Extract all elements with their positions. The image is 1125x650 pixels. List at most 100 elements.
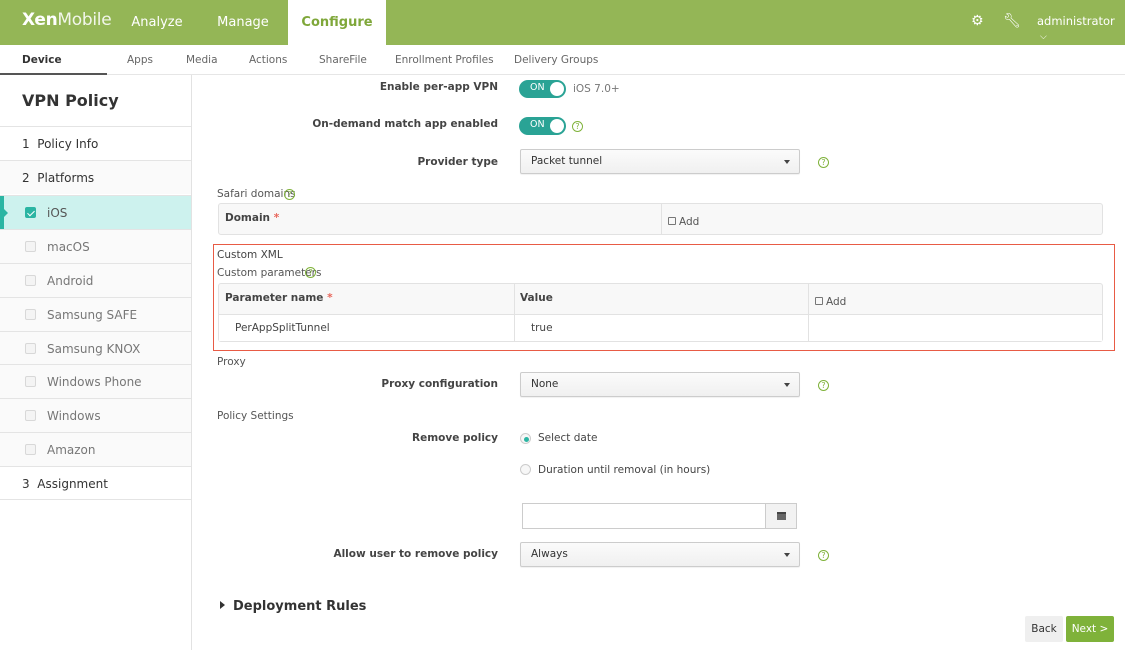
policy-title: VPN Policy	[22, 91, 119, 110]
domain-column-header: Domain *	[225, 212, 279, 224]
nav-configure[interactable]: Configure	[288, 0, 386, 46]
platform-label: Android	[47, 274, 94, 288]
sidebar-platform-ios[interactable]: iOS	[0, 195, 191, 230]
column-divider	[661, 204, 662, 234]
column-title: Parameter name	[225, 292, 324, 304]
checkbox-icon[interactable]	[25, 376, 36, 387]
sidebar-platform-amazon[interactable]: Amazon	[0, 432, 191, 466]
proxy-configuration-label: Proxy configuration	[381, 378, 498, 390]
checkbox-icon[interactable]	[25, 444, 36, 455]
on-demand-label: On-demand match app enabled	[312, 118, 498, 130]
allow-remove-label: Allow user to remove policy	[333, 548, 498, 560]
sidebar-platform-windows-phone[interactable]: Windows Phone	[0, 364, 191, 398]
deployment-rules-label: Deployment Rules	[233, 599, 367, 614]
custom-parameters-table: Parameter name * Value Add PerAppSplitTu…	[218, 283, 1103, 342]
platform-label: iOS	[47, 206, 68, 220]
sidebar-platform-macos[interactable]: macOS	[0, 229, 191, 263]
step-label: Assignment	[37, 477, 108, 491]
tab-actions[interactable]: Actions	[249, 45, 287, 75]
sidebar-platform-android[interactable]: Android	[0, 263, 191, 297]
checkbox-icon[interactable]	[25, 309, 36, 320]
table-row[interactable]: PerAppSplitTunnel true	[219, 314, 1102, 341]
checkbox-icon[interactable]	[25, 275, 36, 286]
calendar-icon	[777, 512, 786, 520]
platform-label: macOS	[47, 240, 90, 254]
platform-label: Samsung SAFE	[47, 308, 138, 322]
help-icon[interactable]: ?	[818, 380, 829, 391]
sidebar-platform-windows-desktop[interactable]: Windows Desktop/Tablet	[0, 398, 191, 457]
safari-domains-table: Domain * Add	[218, 203, 1103, 235]
calendar-button[interactable]	[765, 503, 797, 529]
sub-navigation: Device Policies Apps Media Actions Share…	[0, 45, 1125, 96]
sidebar-step-platforms[interactable]: 2 Platforms	[0, 160, 191, 194]
policy-form: Enable per-app VPN ON iOS 7.0+ On-demand…	[192, 75, 1125, 650]
duration-label: Duration until removal (in hours)	[538, 464, 711, 476]
checkbox-checked-icon[interactable]	[25, 207, 36, 218]
tab-enrollment-profiles[interactable]: Enrollment Profiles	[395, 45, 494, 75]
radio-duration[interactable]	[520, 464, 531, 475]
select-date-label: Select date	[538, 432, 598, 444]
caret-down-icon	[784, 160, 790, 164]
back-button[interactable]: Back	[1025, 616, 1063, 642]
checkbox-icon[interactable]	[25, 410, 36, 421]
tab-sharefile[interactable]: ShareFile	[319, 45, 367, 75]
required-mark: *	[273, 212, 280, 224]
tab-apps[interactable]: Apps	[127, 45, 153, 75]
column-divider	[808, 315, 809, 341]
add-label: Add	[679, 216, 700, 228]
help-icon[interactable]: ?	[818, 157, 829, 168]
add-domain-button[interactable]: Add	[668, 216, 699, 228]
select-value: None	[531, 378, 559, 390]
per-app-vpn-toggle[interactable]: ON	[519, 80, 566, 98]
proxy-configuration-select[interactable]: None	[520, 372, 800, 397]
required-mark: *	[327, 292, 333, 304]
sidebar-step-assignment[interactable]: 3 Assignment	[0, 466, 191, 500]
platform-label: Amazon	[47, 443, 96, 457]
caret-right-icon	[220, 601, 225, 609]
tab-delivery-groups[interactable]: Delivery Groups	[514, 45, 598, 75]
caret-down-icon	[784, 383, 790, 387]
nav-analyze[interactable]: Analyze	[120, 0, 194, 45]
step-number: 3	[22, 477, 30, 491]
sidebar-step-policy-info[interactable]: 1 Policy Info	[0, 126, 191, 160]
next-button[interactable]: Next >	[1066, 616, 1114, 642]
add-icon	[815, 297, 823, 305]
top-navigation-bar: XenMobile Analyze Manage Configure ⚙ 🔧︎ …	[0, 0, 1125, 46]
add-label: Add	[826, 296, 847, 308]
toggle-state: ON	[530, 119, 545, 130]
custom-xml-label: Custom XML	[217, 249, 283, 261]
user-menu[interactable]: administrator ⌵	[1037, 14, 1125, 42]
tab-device-policies[interactable]: Device Policies	[0, 45, 107, 96]
step-number: 2	[22, 171, 30, 185]
allow-remove-select[interactable]: Always	[520, 542, 800, 567]
provider-type-select[interactable]: Packet tunnel	[520, 149, 800, 174]
sidebar-platform-samsung-knox[interactable]: Samsung KNOX	[0, 331, 191, 365]
add-icon	[668, 217, 676, 225]
sidebar-platform-samsung-safe[interactable]: Samsung SAFE	[0, 297, 191, 331]
tab-media[interactable]: Media	[186, 45, 218, 75]
wrench-icon[interactable]: 🔧︎	[1003, 13, 1021, 29]
deployment-rules-toggle[interactable]: Deployment Rules	[220, 599, 366, 614]
gear-icon[interactable]: ⚙	[971, 13, 984, 29]
checkbox-icon[interactable]	[25, 241, 36, 252]
ios-version-note: iOS 7.0+	[573, 83, 620, 95]
checkbox-icon[interactable]	[25, 343, 36, 354]
add-parameter-button[interactable]: Add	[815, 296, 846, 308]
proxy-section-label: Proxy	[217, 356, 246, 368]
date-input[interactable]	[522, 503, 797, 529]
platform-label: Samsung KNOX	[47, 342, 141, 356]
help-icon[interactable]: ?	[305, 267, 316, 278]
toggle-knob	[550, 119, 564, 133]
parameter-value-cell: true	[531, 322, 553, 334]
help-icon[interactable]: ?	[284, 189, 295, 200]
on-demand-toggle[interactable]: ON	[519, 117, 566, 135]
help-icon[interactable]: ?	[572, 121, 583, 132]
help-icon[interactable]: ?	[818, 550, 829, 561]
select-value: Always	[531, 548, 568, 560]
nav-manage[interactable]: Manage	[206, 0, 280, 45]
sidebar: VPN Policy 1 Policy Info 2 Platforms iOS…	[0, 75, 192, 650]
parameter-name-column-header: Parameter name *	[225, 292, 333, 304]
logo-bold-text: Xen	[22, 10, 58, 30]
column-divider	[514, 315, 515, 341]
radio-select-date[interactable]	[520, 433, 531, 444]
